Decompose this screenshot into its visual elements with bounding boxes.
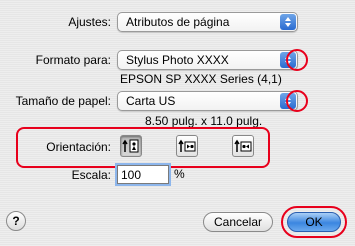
orientation-portrait-button[interactable] [120,135,142,157]
cancel-label: Cancelar [213,215,263,229]
page-setup-dialog: Ajustes: Atributos de página Formato par… [0,0,355,246]
paper-size-value: Carta US [126,94,176,108]
landscape-left-icon [178,139,196,152]
orientation-landscape-left-button[interactable] [176,135,198,157]
format-value: Stylus Photo XXXX [126,53,229,67]
settings-label: Ajustes: [68,15,111,29]
orientation-landscape-right-button[interactable] [232,135,254,157]
help-button[interactable]: ? [6,211,26,231]
landscape-right-icon [234,139,252,152]
portrait-icon [122,139,139,153]
settings-value: Atributos de página [126,15,230,29]
ok-button[interactable]: OK [287,212,341,232]
paper-size-label: Tamaño de papel: [15,94,111,108]
scale-label: Escala: [71,168,111,182]
popup-arrows-icon [280,14,296,30]
settings-popup[interactable]: Atributos de página [117,12,298,32]
scale-input[interactable] [117,165,169,184]
paper-arrows-highlight [286,90,308,112]
paper-dimensions: 8.50 pulg. x 11.0 pulg. [145,114,263,128]
help-icon: ? [12,214,20,228]
paper-size-popup[interactable]: Carta US [117,91,298,111]
ok-label: OK [305,215,323,229]
orientation-label: Orientación: [46,140,111,154]
format-label: Formato para: [35,53,111,67]
printer-info: EPSON SP XXXX Series (4,1) [120,72,282,86]
scale-unit: % [174,167,185,181]
cancel-button[interactable]: Cancelar [203,212,273,232]
format-arrows-highlight [286,49,308,71]
format-popup[interactable]: Stylus Photo XXXX [117,50,298,70]
